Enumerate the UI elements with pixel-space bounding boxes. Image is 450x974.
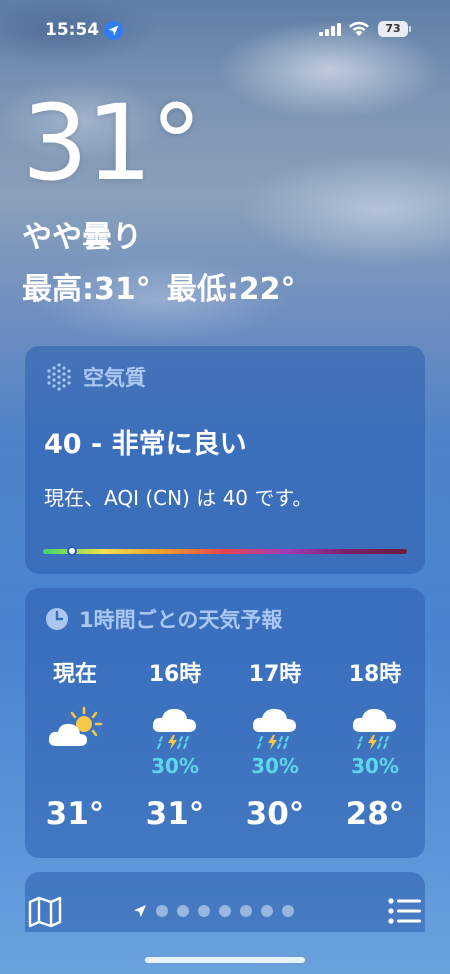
page-dot[interactable]: [156, 905, 168, 917]
hour-temp: 31°: [145, 796, 205, 832]
air-quality-header: 空気質: [45, 362, 146, 392]
hour-label: 17時: [248, 662, 302, 687]
hour-temp: 31°: [45, 796, 105, 832]
aqi-value-label: 40 - 非常に良い: [44, 429, 247, 460]
hour-pop: 30%: [351, 754, 399, 778]
thunderstorm-rain-icon: [325, 704, 425, 754]
page-dot[interactable]: [282, 905, 294, 917]
battery-tip: [409, 26, 411, 32]
wifi-icon: [349, 21, 369, 36]
low-temperature: 最低:22°: [166, 272, 296, 307]
hourly-forecast-header: 1時間ごとの天気予報: [45, 604, 282, 634]
hour-item-17: 17時 30% 30°: [225, 648, 325, 848]
air-quality-icon: [47, 363, 71, 391]
location-arrow-icon: [104, 21, 123, 40]
page-dot[interactable]: [240, 905, 252, 917]
page-dot[interactable]: [198, 905, 210, 917]
high-temperature: 最高:31°: [22, 272, 151, 307]
current-condition: やや曇り: [22, 220, 142, 255]
list-icon[interactable]: [388, 897, 422, 925]
hour-label: 16時: [148, 662, 202, 687]
hourly-forecast-card[interactable]: 1時間ごとの天気予報 現在 31° 16時 30% 31° 17時 30% 30…: [25, 588, 425, 858]
location-arrow-icon[interactable]: [133, 904, 147, 918]
page-dot[interactable]: [261, 905, 273, 917]
status-bar: 15:54 73: [0, 0, 450, 60]
page-dot[interactable]: [177, 905, 189, 917]
hour-temp: 30°: [245, 796, 305, 832]
map-icon[interactable]: [28, 896, 62, 928]
hour-item-now: 現在 31°: [25, 648, 125, 848]
hour-item-16: 16時 30% 31°: [125, 648, 225, 848]
aqi-level-indicator: [67, 546, 78, 556]
page-indicator[interactable]: [133, 904, 294, 918]
hour-pop: 30%: [251, 754, 299, 778]
battery-icon: 73: [378, 21, 408, 37]
hour-item-18: 18時 30% 28°: [325, 648, 425, 848]
thunderstorm-rain-icon: [225, 704, 325, 754]
thunderstorm-rain-icon: [125, 704, 225, 754]
current-temperature: 31°: [22, 82, 202, 204]
home-indicator[interactable]: [145, 957, 305, 963]
hourly-forecast-title: 1時間ごとの天気予報: [79, 608, 283, 632]
hour-temp: 28°: [345, 796, 405, 832]
status-time: 15:54: [45, 20, 100, 40]
aqi-description: 現在、AQI (CN) は 40 です。: [44, 486, 313, 510]
clock-icon: [46, 608, 68, 630]
hourly-list: 現在 31° 16時 30% 31° 17時 30% 30° 18時 30% 2…: [25, 648, 425, 848]
high-low: 最高:31° 最低:22°: [22, 264, 296, 308]
partly-cloudy-sun-icon: [25, 704, 125, 754]
air-quality-card[interactable]: 空気質 40 - 非常に良い 現在、AQI (CN) は 40 です。: [25, 346, 425, 574]
aqi-scale-bar: [43, 549, 407, 554]
hour-label: 18時: [348, 662, 402, 687]
air-quality-title: 空気質: [83, 366, 146, 390]
page-dot[interactable]: [219, 905, 231, 917]
hour-label: 現在: [52, 662, 97, 687]
hour-pop: 30%: [151, 754, 199, 778]
cellular-signal-icon: [319, 23, 341, 36]
